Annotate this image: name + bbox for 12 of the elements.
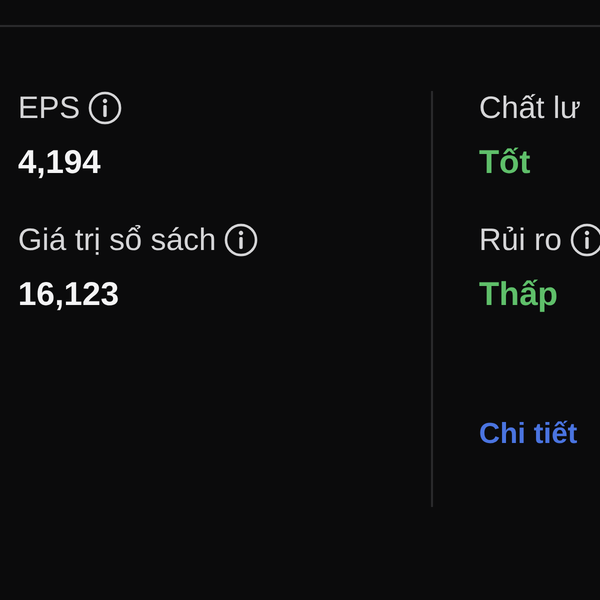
metric-value: 16,123 — [18, 277, 120, 311]
info-icon[interactable] — [224, 223, 258, 257]
info-icon[interactable] — [570, 223, 600, 257]
info-icon[interactable] — [88, 91, 122, 125]
metric-label: Chất lư — [479, 91, 581, 125]
details-link[interactable]: Chi tiết — [479, 417, 600, 451]
metric-value: 4,194 — [18, 145, 102, 179]
metric-label: EPS — [18, 91, 80, 125]
metric-label: Giá trị sổ sách — [18, 223, 216, 257]
metric-value: Thấp — [479, 277, 559, 311]
metric-value: Tốt — [479, 145, 532, 179]
metric-label: Rủi ro — [479, 223, 562, 257]
